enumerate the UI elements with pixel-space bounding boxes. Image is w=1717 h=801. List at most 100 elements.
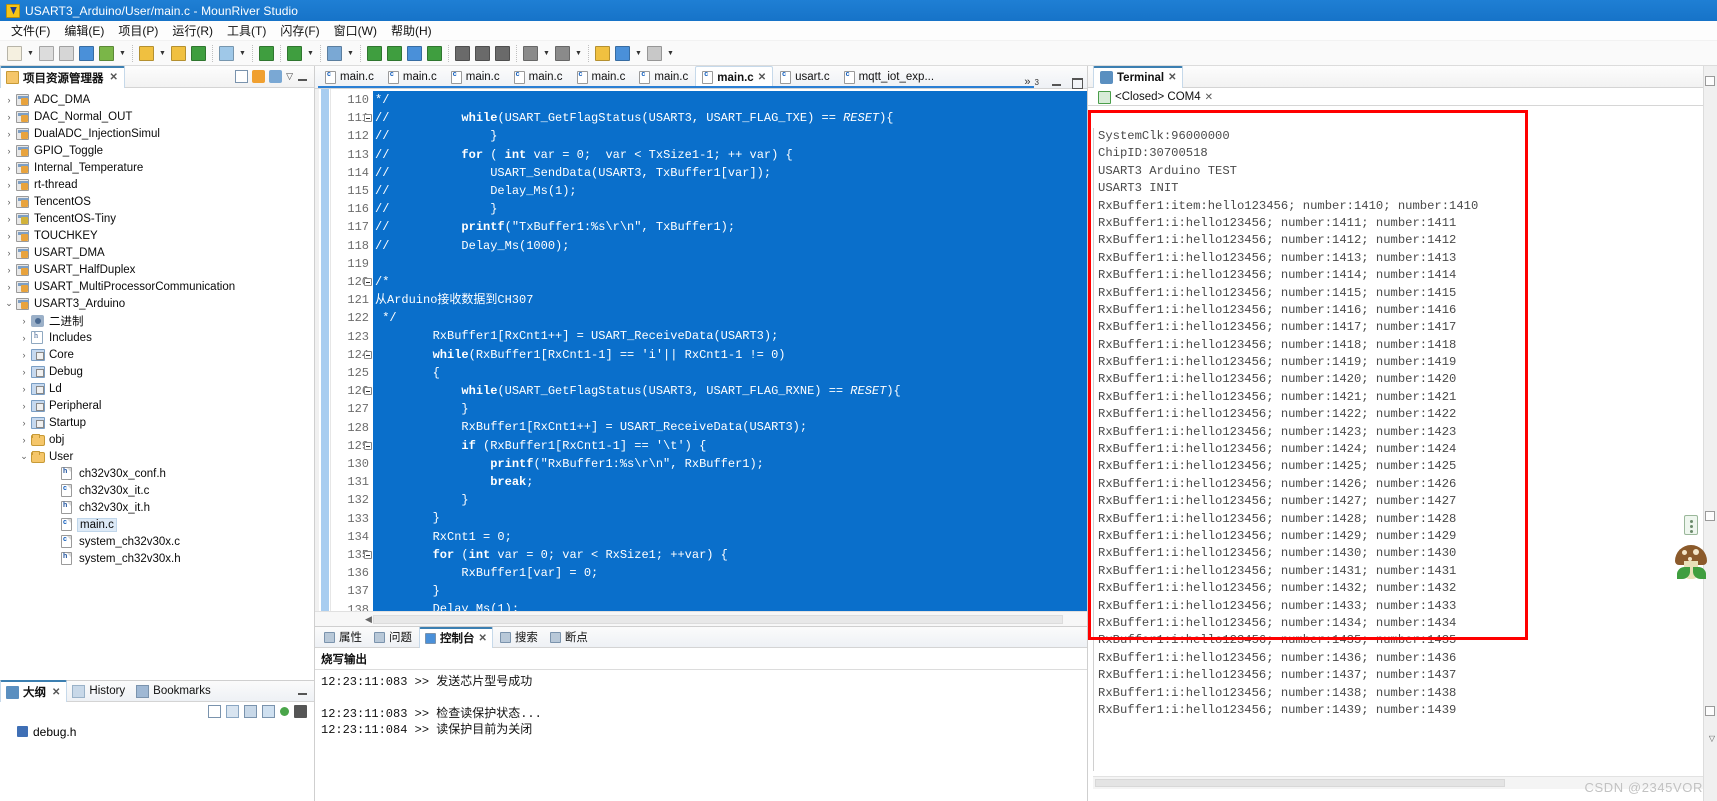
dropdown-arrow-icon[interactable]: ▼ (237, 44, 248, 63)
debug-icon[interactable] (285, 44, 304, 63)
console-tab-console[interactable]: 控制台 ✕ (419, 626, 493, 648)
close-icon[interactable]: ✕ (110, 72, 118, 83)
console-tab-breakpoints[interactable]: 断点 (545, 627, 593, 648)
dropdown-arrow-icon[interactable]: ▼ (665, 44, 676, 63)
tree-item[interactable]: ⌄ User (0, 448, 314, 465)
indent-left-icon[interactable] (473, 44, 492, 63)
tree-item[interactable]: › Debug (0, 363, 314, 380)
tree-item[interactable]: › Ld (0, 380, 314, 397)
flash-icon[interactable] (385, 44, 404, 63)
bookmark-icon[interactable] (553, 44, 572, 63)
dropdown-arrow-icon[interactable]: ▼ (117, 44, 128, 63)
tab-history[interactable]: History (67, 680, 131, 702)
tree-item[interactable]: › Peripheral (0, 397, 314, 414)
collapse-arrow-icon[interactable]: › (2, 180, 16, 190)
code-line[interactable]: RxBuffer1[RxCnt1++] = USART_ReceiveData(… (373, 327, 1087, 346)
outline-list[interactable]: debug.h (0, 721, 314, 801)
collapse-arrow-icon[interactable]: › (2, 129, 16, 139)
restore-view-icon-3[interactable] (1705, 706, 1715, 716)
perspective-icon[interactable] (521, 44, 540, 63)
fold-collapse-icon[interactable] (364, 350, 372, 359)
terminal-output[interactable]: SystemClk:96000000 ChipID:30700518 USART3 … (1093, 128, 1717, 771)
tree-item[interactable]: › TencentOS (0, 193, 314, 210)
code-line[interactable]: 从Arduino接收数据到CH307 (373, 291, 1087, 310)
indent-right-icon[interactable] (453, 44, 472, 63)
tree-item[interactable]: › USART_MultiProcessorCommunication (0, 278, 314, 295)
code-line[interactable]: // printf("TxBuffer1:%s\r\n", TxBuffer1)… (373, 218, 1087, 237)
dropdown-arrow-icon[interactable]: ▼ (305, 44, 316, 63)
collapse-arrow-icon[interactable]: › (2, 163, 16, 173)
code-line[interactable]: printf("RxBuffer1:%s\r\n", RxBuffer1); (373, 454, 1087, 473)
code-line[interactable]: /* (373, 272, 1087, 292)
code-line[interactable]: // } (373, 200, 1087, 219)
menu-window[interactable]: 窗口(W) (327, 20, 384, 41)
collapse-arrow-icon[interactable]: › (17, 350, 31, 360)
save-all-icon[interactable] (57, 44, 76, 63)
tab-bookmarks[interactable]: Bookmarks (131, 680, 217, 702)
tree-item[interactable]: h ch32v30x_conf.h (0, 465, 314, 482)
console-tab-problems[interactable]: 问题 (369, 627, 417, 648)
editor-tab-main-c-2[interactable]: c main.c (444, 66, 507, 88)
collapse-arrow-icon[interactable]: › (17, 333, 31, 343)
list-item[interactable]: debug.h (17, 723, 314, 740)
menu-flash[interactable]: 闪存(F) (273, 20, 326, 41)
menu-help[interactable]: 帮助(H) (384, 20, 439, 41)
minimize-icon[interactable] (297, 71, 309, 83)
close-icon[interactable]: ✕ (479, 633, 487, 644)
scroll-left-arrow-icon[interactable]: ◀ (365, 614, 372, 625)
tab-outline[interactable]: 大纲 ✕ (0, 680, 68, 702)
editor-tab-main-c-6[interactable]: c main.c ✕ (695, 66, 774, 88)
chevron-down-icon[interactable]: ▽ (286, 71, 293, 82)
code-line[interactable]: while(RxBuffer1[RxCnt1-1] == 'i'|| RxCnt… (373, 345, 1087, 364)
hide-static-icon[interactable] (262, 705, 275, 718)
run-icon[interactable] (425, 44, 444, 63)
code-line[interactable]: // Delay_Ms(1000); (373, 236, 1087, 255)
collapse-arrow-icon[interactable]: › (17, 316, 31, 326)
collapse-arrow-icon[interactable]: › (2, 265, 16, 275)
library-icon[interactable] (189, 44, 208, 63)
dropdown-arrow-icon[interactable]: ▼ (157, 44, 168, 63)
expand-arrow-icon[interactable]: ⌄ (2, 298, 16, 309)
upload-icon[interactable] (217, 44, 236, 63)
terminal-connection-tab[interactable]: <Closed> COM4 ✕ (1088, 88, 1717, 106)
code-line[interactable]: */ (373, 309, 1087, 328)
build-project-icon[interactable] (77, 44, 96, 63)
code-line[interactable]: */ (373, 91, 1087, 110)
collapse-arrow-icon[interactable]: › (17, 367, 31, 377)
save-icon[interactable] (37, 44, 56, 63)
collapse-arrow-icon[interactable]: › (2, 214, 16, 224)
tree-item[interactable]: › USART_DMA (0, 244, 314, 261)
tab-project-explorer[interactable]: 项目资源管理器 ✕ (0, 65, 125, 88)
search-icon[interactable] (325, 44, 344, 63)
editor-horizontal-scrollbar[interactable]: ◀ (315, 611, 1087, 626)
editor-tab-main-c-4[interactable]: c main.c (570, 66, 633, 88)
code-line[interactable]: // while(USART_GetFlagStatus(USART3, USA… (373, 109, 1087, 128)
tree-item[interactable]: ⌄ USART3_Arduino (0, 295, 314, 312)
dropdown-arrow-icon[interactable]: ▼ (25, 44, 36, 63)
expand-arrow-icon[interactable]: ⌄ (17, 451, 31, 462)
format-icon[interactable] (493, 44, 512, 63)
menu-run[interactable]: 运行(R) (165, 20, 220, 41)
menu-tools[interactable]: 工具(T) (220, 20, 273, 41)
back-forward-icon[interactable] (593, 44, 612, 63)
tree-item[interactable]: › ADC_DMA (0, 91, 314, 108)
collapse-arrow-icon[interactable]: › (17, 401, 31, 411)
tree-item[interactable]: c main.c (0, 516, 314, 533)
forward-icon[interactable] (645, 44, 664, 63)
editor-tab-main-c-0[interactable]: c main.c (318, 66, 381, 88)
console-tab-search[interactable]: 搜索 (495, 627, 543, 648)
menu-edit[interactable]: 编辑(E) (57, 20, 111, 41)
collapse-arrow-icon[interactable]: › (2, 197, 16, 207)
code-line[interactable]: // for ( int var = 0; var < TxSize1-1; +… (373, 145, 1087, 164)
console-output[interactable]: 12:23:11:083 >> 发送芯片型号成功 12:23:11:083 >>… (315, 670, 1087, 801)
editor-tab-main-c-3[interactable]: c main.c (507, 66, 570, 88)
collapse-all-icon[interactable] (208, 705, 221, 718)
code-line[interactable]: // USART_SendData(USART3, TxBuffer1[var]… (373, 163, 1087, 182)
scrollbar-thumb[interactable] (373, 615, 1063, 624)
link-editor-icon[interactable] (252, 70, 266, 83)
code-editor[interactable]: 110 111 112 113 114 115 116 117 118 119 120 121 122 1… (315, 89, 1087, 611)
code-line[interactable]: RxBuffer1[var] = 0; (373, 563, 1087, 583)
fold-collapse-icon[interactable] (364, 551, 372, 560)
editor-tab-main-c-1[interactable]: c main.c (381, 66, 444, 88)
tree-item[interactable]: h ch32v30x_it.h (0, 499, 314, 516)
